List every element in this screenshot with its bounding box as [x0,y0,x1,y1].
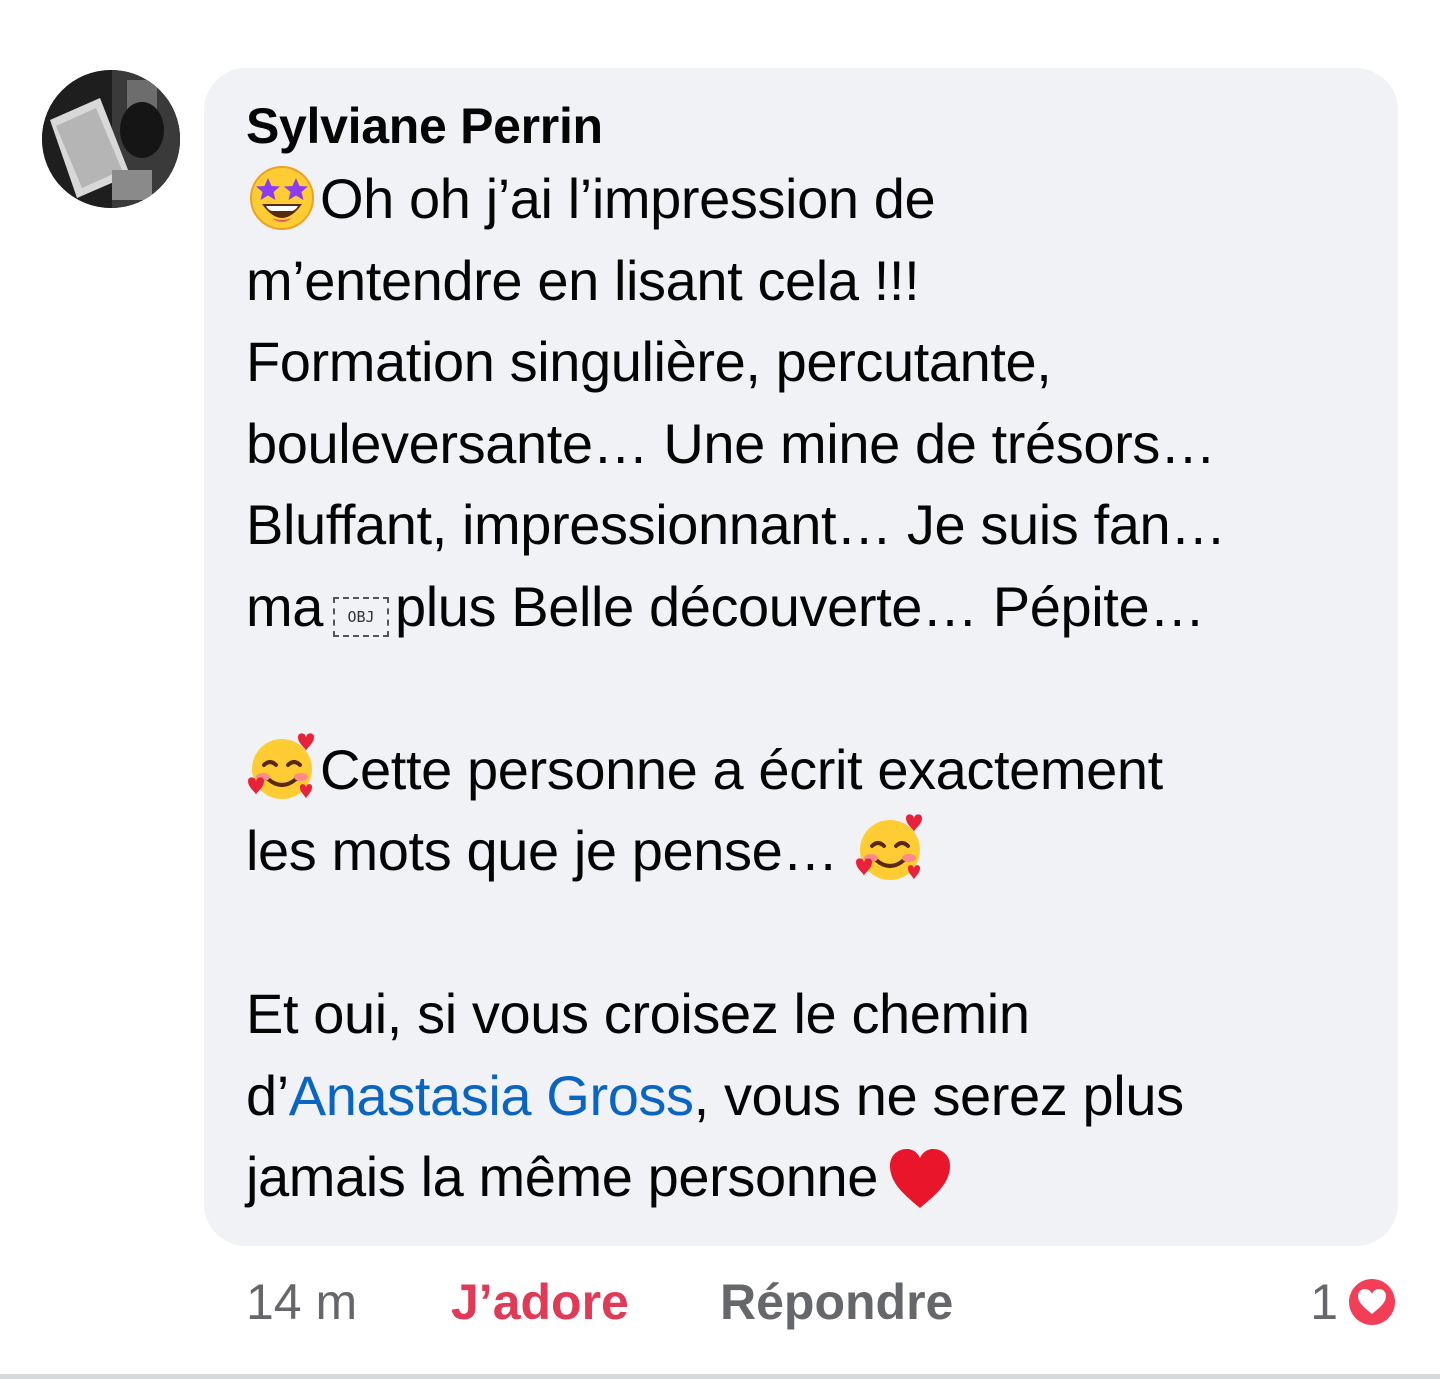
love-button[interactable]: J’adore [451,1268,629,1336]
red-heart-icon [886,1146,954,1214]
divider [0,1374,1440,1379]
star-struck-emoji-icon [246,160,318,232]
comment-line: bouleversante… Une mine de trésors… [246,411,1216,475]
comment-author[interactable]: Sylviane Perrin [246,96,1358,156]
comment-body: Oh oh j’ai l’impression de m’entendre en… [246,158,1358,1218]
avatar[interactable] [42,70,180,208]
comment-view: Sylviane Perrin Oh oh j’ai l’impression … [0,0,1440,1379]
reaction-summary[interactable]: 1 [1310,1268,1400,1336]
comment-line: m’entendre en lisant cela !!! [246,248,920,312]
comment-bubble: Sylviane Perrin Oh oh j’ai l’impression … [204,68,1398,1246]
comment-line: Oh oh j’ai l’impression de [246,158,1358,240]
comment-line: Et oui, si vous croisez le chemin [246,982,1030,1045]
smiling-face-with-hearts-emoji-icon [246,731,318,803]
mention-link[interactable]: Anastasia Gross [289,1064,694,1127]
comment-line: Formation singulière, percutante, [246,330,1052,393]
comment-line: ma OBJ plus Belle découverte… Pépite… [246,574,1205,638]
love-reaction-icon [1344,1274,1400,1330]
comment-line: Bluffant, impressionnant… Je suis fan… [246,493,1226,556]
comment-line: les mots que je pense… [246,810,1358,892]
comment-line: d’Anastasia Gross, vous ne serez plus [246,1063,1184,1127]
reaction-count: 1 [1310,1274,1338,1330]
comment-line: Cette personne a écrit exactement [246,729,1358,811]
comment-line: jamais la même personne [246,1136,1358,1218]
obj-placeholder-icon: OBJ [333,596,389,637]
reply-button[interactable]: Répondre [720,1268,953,1336]
comment-timestamp[interactable]: 14 m [246,1268,357,1336]
smiling-face-with-hearts-emoji-icon [854,812,926,884]
